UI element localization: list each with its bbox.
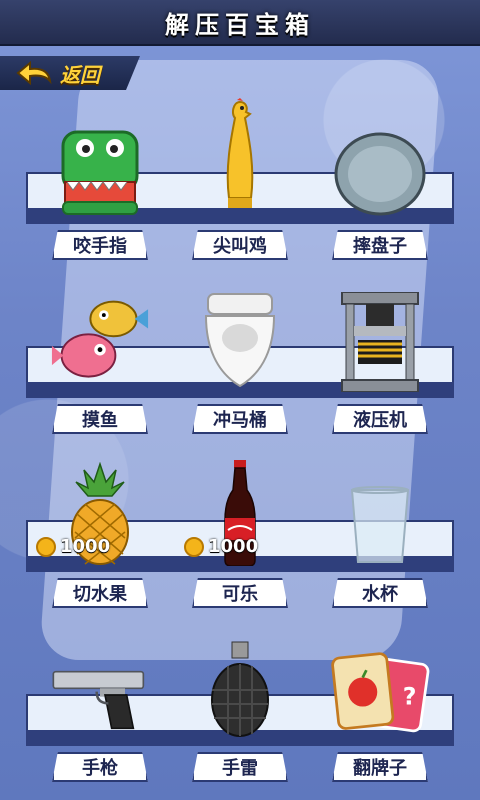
- rubber-chicken-icon: [226, 98, 254, 208]
- flip-cards-icon: ?: [331, 652, 430, 733]
- item-label: 手雷: [192, 752, 288, 782]
- grenade-icon: [211, 641, 269, 737]
- item-crocodile[interactable]: 咬手指: [40, 110, 160, 260]
- hydraulic-press-icon: [341, 292, 419, 392]
- water-glass-icon: [350, 486, 410, 563]
- svg-text:?: ?: [403, 683, 417, 711]
- page-title: 解压百宝箱: [165, 10, 315, 39]
- pistol-icon: [52, 670, 145, 730]
- title-bar: 解压百宝箱: [0, 0, 480, 46]
- item-label: 尖叫鸡: [192, 230, 288, 260]
- fish-icon: [51, 300, 149, 378]
- item-label: 摸鱼: [52, 404, 148, 434]
- back-label: 返回: [60, 62, 100, 87]
- coin-icon: [184, 536, 204, 557]
- item-label: 摔盘子: [332, 230, 428, 260]
- price-value: 1000: [60, 536, 111, 557]
- item-fish[interactable]: 摸鱼: [40, 284, 160, 434]
- price-tag: 1000: [184, 536, 258, 557]
- item-plate[interactable]: 摔盘子: [320, 110, 440, 260]
- item-label: 液压机: [332, 404, 428, 434]
- toilet-icon: [204, 293, 276, 388]
- item-label: 冲马桶: [192, 404, 288, 434]
- item-toilet[interactable]: 冲马桶: [180, 284, 300, 434]
- item-cola[interactable]: 1000 可乐: [180, 458, 300, 608]
- coin-icon: [36, 536, 56, 557]
- crocodile-icon: [61, 130, 139, 215]
- item-grenade[interactable]: 手雷: [180, 632, 300, 782]
- item-label: 咬手指: [52, 230, 148, 260]
- item-pistol[interactable]: 手枪: [40, 632, 160, 782]
- price-tag: 1000: [36, 536, 110, 557]
- item-hydraulic-press[interactable]: 液压机: [320, 284, 440, 434]
- item-label: 翻牌子: [332, 752, 428, 782]
- item-flip-cards[interactable]: ? 翻牌子: [320, 632, 440, 782]
- back-button[interactable]: 返回: [0, 56, 140, 90]
- item-label: 可乐: [192, 578, 288, 608]
- item-label: 手枪: [52, 752, 148, 782]
- item-water-glass[interactable]: 水杯: [320, 458, 440, 608]
- back-arrow-icon: [16, 61, 52, 85]
- plate-icon: [334, 132, 426, 216]
- price-value: 1000: [208, 536, 259, 557]
- item-label: 切水果: [52, 578, 148, 608]
- item-rubber-chicken[interactable]: 尖叫鸡: [180, 96, 300, 260]
- item-label: 水杯: [332, 578, 428, 608]
- item-pineapple[interactable]: 1000 切水果: [36, 458, 160, 608]
